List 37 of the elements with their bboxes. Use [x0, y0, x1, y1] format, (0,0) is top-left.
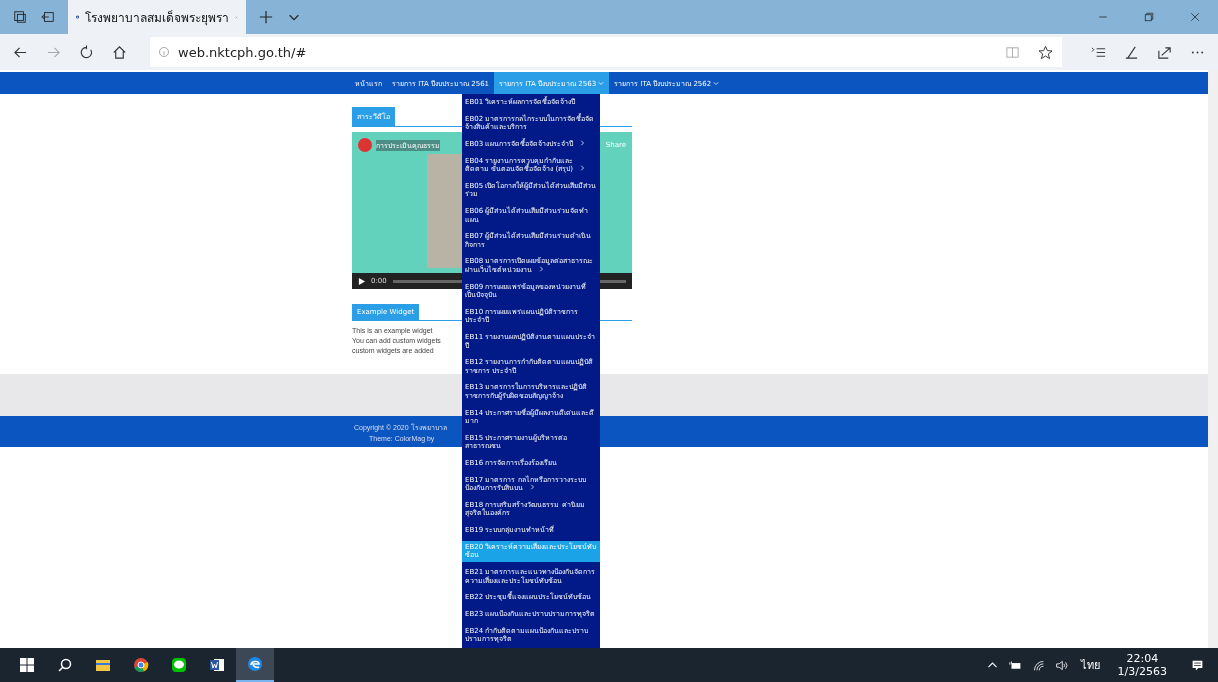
close-icon[interactable] — [1189, 11, 1201, 23]
chrome-icon[interactable] — [133, 657, 149, 673]
clock-time: 22:04 — [1126, 652, 1159, 665]
windows-start-icon[interactable] — [19, 657, 35, 673]
channel-logo-icon — [358, 138, 372, 152]
chevron-right-icon — [578, 165, 585, 172]
chevron-right-icon — [529, 484, 535, 491]
plus-icon[interactable] — [259, 10, 273, 24]
chat-app-icon[interactable] — [171, 657, 187, 673]
chevron-right-icon — [579, 139, 586, 146]
address-bar[interactable]: web.nktcph.go.th/# — [150, 37, 1062, 67]
folder-icon[interactable] — [95, 657, 111, 673]
wifi-icon[interactable] — [1031, 658, 1045, 672]
input-language[interactable]: ไทย — [1080, 656, 1100, 674]
share-icon[interactable] — [1157, 44, 1172, 60]
chevron-down-icon — [713, 80, 720, 86]
pen-icon[interactable] — [1124, 44, 1139, 60]
restore-icon[interactable] — [1143, 11, 1155, 23]
info-icon — [158, 46, 170, 58]
chevron-down-icon — [598, 80, 605, 86]
battery-icon[interactable] — [1008, 658, 1022, 672]
search-icon[interactable] — [57, 657, 73, 673]
word-icon[interactable] — [209, 657, 225, 673]
play-icon[interactable] — [358, 277, 365, 285]
home-icon[interactable] — [112, 44, 127, 60]
clock[interactable]: 22:04 1/3/2563 — [1117, 652, 1167, 678]
refresh-icon[interactable] — [79, 44, 94, 60]
favorites-icon[interactable] — [1091, 44, 1106, 60]
speaker-icon[interactable] — [1054, 658, 1068, 672]
browser-tab[interactable]: โรงพยาบาลสมเด็จพระยุพรา — [68, 0, 246, 34]
scrollbar[interactable] — [1208, 70, 1218, 648]
edge-browser-icon[interactable] — [247, 656, 263, 672]
clock-date: 1/3/2563 — [1117, 665, 1167, 678]
stacked-pages-icon[interactable] — [13, 10, 27, 24]
star-icon[interactable] — [1038, 44, 1053, 60]
notification-icon[interactable] — [1191, 658, 1204, 672]
chevron-right-icon — [538, 265, 544, 272]
